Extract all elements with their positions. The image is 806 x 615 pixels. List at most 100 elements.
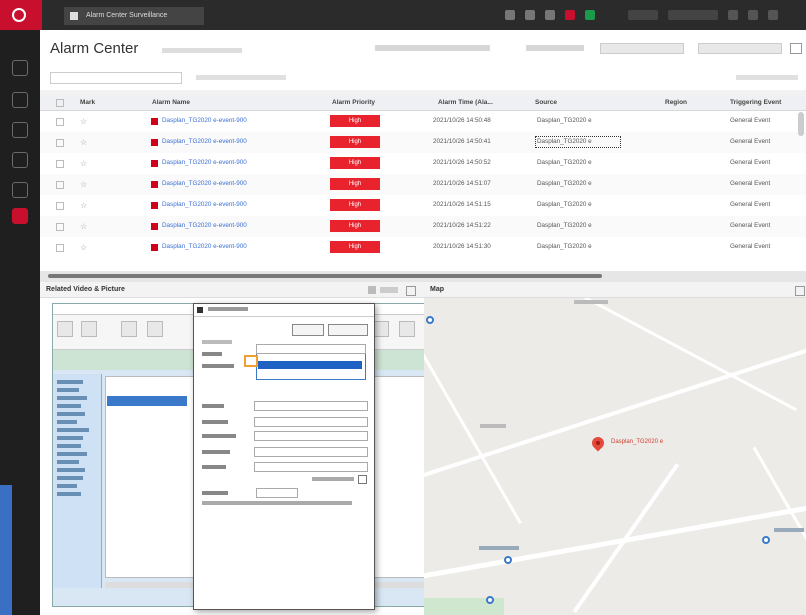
mark-icon[interactable]: ☆ [80,180,87,189]
tree-item[interactable] [57,452,87,456]
tree-item[interactable] [57,412,85,416]
dropdown-selected-option[interactable] [258,361,362,369]
expand-icon[interactable] [790,43,802,54]
selected-list-row[interactable] [107,396,187,406]
download-icon[interactable] [545,10,555,20]
mark-icon[interactable]: ☆ [80,222,87,231]
display-mode-select[interactable] [375,45,490,51]
map-poi-icon[interactable] [486,596,494,604]
operation-menu[interactable] [526,45,584,51]
dialog-ok-button[interactable] [292,324,324,336]
dialog-field[interactable] [254,431,368,441]
row-checkbox[interactable] [56,118,64,126]
row-checkbox[interactable] [56,223,64,231]
filter-icon[interactable] [505,10,515,20]
table-row[interactable]: ☆ Dasplan_TG2020 e-event-900 High 2021/1… [40,111,806,133]
menu-icon[interactable] [728,10,738,20]
col-region[interactable]: Region [665,99,687,106]
arming-control-button[interactable] [698,43,782,54]
layout-icon[interactable] [368,286,376,294]
table-vscroll[interactable] [798,112,804,136]
table-row[interactable]: ☆ Dasplan_TG2020 e-event-900 High 2021/1… [40,216,806,238]
dialog-number-field[interactable] [256,488,298,498]
tree-item[interactable] [57,468,85,472]
row-checkbox[interactable] [56,244,64,252]
tree-item[interactable] [57,428,89,432]
dialog-field[interactable] [254,417,368,427]
nav-playback-icon[interactable] [12,92,28,108]
mark-icon[interactable]: ☆ [80,159,87,168]
toolbar-button[interactable] [147,321,163,337]
alarm-name[interactable]: Dasplan_TG2020 e-event-900 [162,159,247,166]
alarm-name[interactable]: Dasplan_TG2020 e-event-900 [162,138,247,145]
dialog-select[interactable] [256,344,366,354]
col-triggering-event[interactable]: Triggering Event [730,99,781,106]
alarm-name[interactable]: Dasplan_TG2020 e-event-900 [162,222,247,229]
table-row[interactable]: ☆ Dasplan_TG2020 e-event-900 High 2021/1… [40,195,806,217]
close-icon[interactable] [768,10,778,20]
tree-item[interactable] [57,444,81,448]
triggering-event-button[interactable] [600,43,684,54]
alarm-name[interactable]: Dasplan_TG2020 e-event-900 [162,243,247,250]
dialog-field[interactable] [254,401,368,411]
dialog-field[interactable] [254,447,368,457]
table-row[interactable]: ☆ Dasplan_TG2020 e-event-900 High 2021/1… [40,132,806,154]
row-checkbox[interactable] [56,181,64,189]
tree-item[interactable] [57,404,81,408]
table-hscroll[interactable] [48,274,602,278]
alarm-name[interactable]: Dasplan_TG2020 e-event-900 [162,180,247,187]
tree-item[interactable] [57,484,77,488]
map-maximize-icon[interactable] [795,286,805,296]
dialog-dropdown-list[interactable] [256,352,366,380]
nav-live-view-icon[interactable] [12,60,28,76]
alarm-icon[interactable] [565,10,575,20]
col-mark[interactable]: Mark [80,99,95,106]
row-checkbox[interactable] [56,202,64,210]
map-poi-icon[interactable] [426,316,434,324]
toolbar-button[interactable] [373,321,389,337]
video-maximize-icon[interactable] [406,286,416,296]
tree-item[interactable] [57,420,77,424]
tree-item[interactable] [57,388,79,392]
toolbar-button[interactable] [81,321,97,337]
col-alarm-priority[interactable]: Alarm Priority [332,99,375,106]
mark-icon[interactable]: ☆ [80,138,87,147]
app-tab[interactable]: Alarm Center Surveillance [64,7,204,25]
dialog-cancel-button[interactable] [328,324,368,336]
map-poi-icon[interactable] [504,556,512,564]
filter-input[interactable] [50,72,182,84]
tree-item[interactable] [57,436,83,440]
select-all-checkbox[interactable] [56,99,64,107]
tree-item[interactable] [57,380,83,384]
user-icon[interactable] [525,10,535,20]
map-poi-icon[interactable] [762,536,770,544]
status-icon[interactable] [585,10,595,20]
toolbar-button[interactable] [399,321,415,337]
mark-icon[interactable]: ☆ [80,117,87,126]
col-alarm-name[interactable]: Alarm Name [152,99,190,106]
col-alarm-time[interactable]: Alarm Time (Ala... [438,99,493,106]
toolbar-button[interactable] [121,321,137,337]
row-checkbox[interactable] [56,139,64,147]
account-name[interactable] [628,10,658,20]
table-row[interactable]: ☆ Dasplan_TG2020 e-event-900 High 2021/1… [40,237,806,272]
alarm-name[interactable]: Dasplan_TG2020 e-event-900 [162,201,247,208]
toolbar-button[interactable] [57,321,73,337]
col-source[interactable]: Source [535,99,557,106]
tree-item[interactable] [57,460,79,464]
mark-icon[interactable]: ☆ [80,243,87,252]
map-view[interactable] [424,298,806,615]
row-checkbox[interactable] [56,160,64,168]
tree-item[interactable] [57,492,81,496]
dialog-field[interactable] [254,462,368,472]
tree-item[interactable] [57,476,83,480]
picture-mode-button[interactable] [736,75,798,80]
alarm-name[interactable]: Dasplan_TG2020 e-event-900 [162,117,247,124]
dialog-checkbox[interactable] [358,475,367,484]
tree-item[interactable] [57,396,87,400]
panel-menu[interactable] [380,287,398,293]
table-row[interactable]: ☆ Dasplan_TG2020 e-event-900 High 2021/1… [40,174,806,196]
mark-icon[interactable]: ☆ [80,201,87,210]
table-row[interactable]: ☆ Dasplan_TG2020 e-event-900 High 2021/1… [40,153,806,175]
minimize-icon[interactable] [748,10,758,20]
